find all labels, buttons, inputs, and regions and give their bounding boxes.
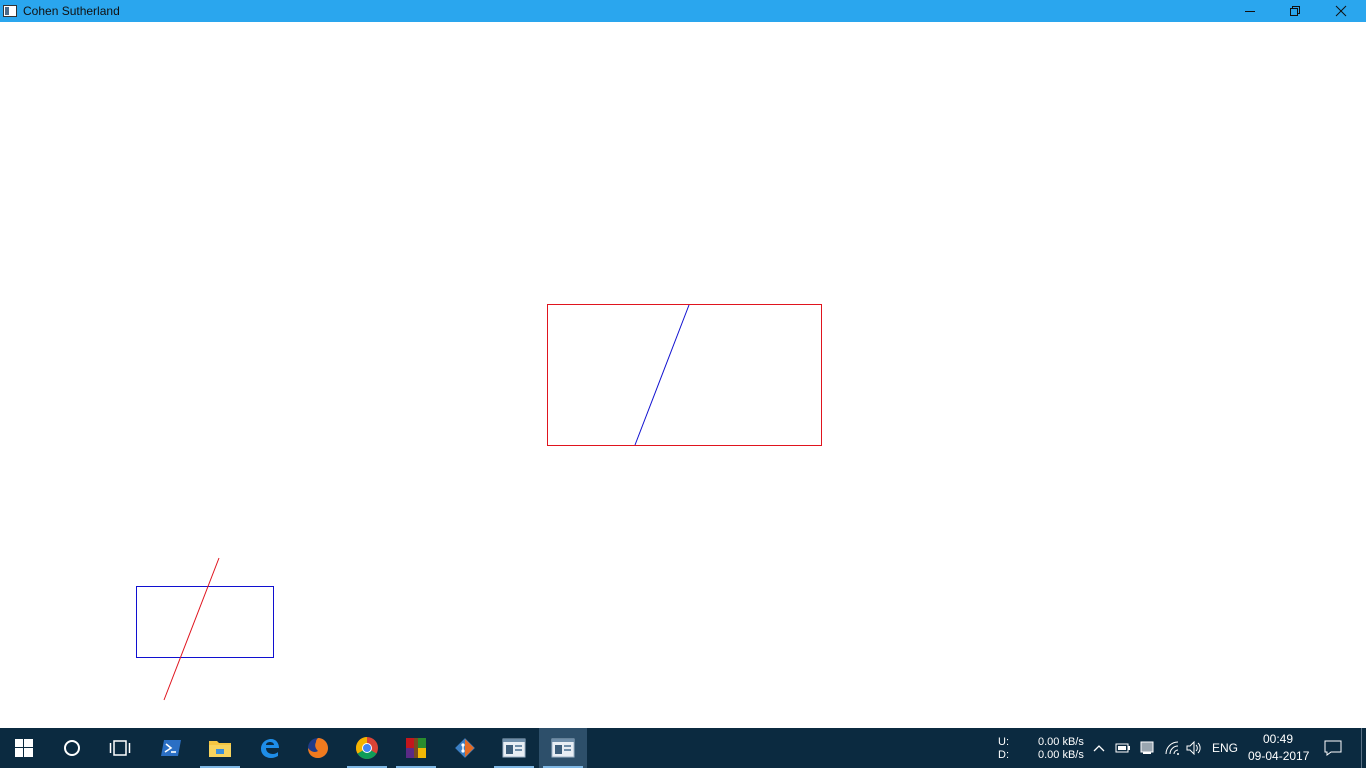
volume-tray-button[interactable]: [1184, 728, 1204, 768]
restore-icon: [1290, 6, 1300, 16]
file-explorer-button[interactable]: [196, 728, 244, 768]
task-view-icon: [109, 740, 131, 756]
powershell-button[interactable]: [147, 728, 195, 768]
start-icon: [15, 739, 33, 757]
power-tray-button[interactable]: [1113, 728, 1133, 768]
show-hidden-icons-button[interactable]: [1090, 728, 1108, 768]
network-tray-button[interactable]: [1162, 728, 1182, 768]
app-icon: [3, 4, 17, 17]
git-icon: [455, 738, 475, 758]
edge-button[interactable]: [245, 728, 293, 768]
app-window-icon: [502, 738, 526, 758]
minimize-button[interactable]: [1227, 0, 1273, 22]
window-title: Cohen Sutherland: [23, 4, 120, 18]
language-indicator[interactable]: ENG: [1212, 742, 1238, 755]
firefox-button[interactable]: [294, 728, 342, 768]
git-button[interactable]: [441, 728, 489, 768]
clock-time[interactable]: 00:49: [1263, 733, 1293, 746]
chrome-button[interactable]: [343, 728, 391, 768]
chrome-icon: [356, 737, 378, 759]
battery-icon: [1115, 743, 1130, 753]
close-button[interactable]: [1318, 0, 1364, 22]
clock-date[interactable]: 09-04-2017: [1248, 750, 1309, 763]
firefox-icon: [308, 738, 328, 758]
upload-label: U:: [998, 736, 1009, 748]
cohen-sutherland-window-icon: [551, 738, 575, 758]
app-window-button[interactable]: [490, 728, 538, 768]
usb-drive-icon: [1140, 741, 1154, 754]
cortana-button[interactable]: [48, 728, 96, 768]
speaker-icon: [1186, 741, 1201, 755]
powershell-icon: [161, 740, 181, 756]
close-icon: [1335, 5, 1347, 17]
wifi-icon: [1165, 741, 1179, 755]
chevron-up-icon: [1093, 745, 1105, 752]
restore-button[interactable]: [1272, 0, 1318, 22]
drawing-canvas: [0, 22, 1366, 728]
action-center-button[interactable]: [1318, 728, 1348, 768]
clipped-line: [634, 304, 690, 446]
file-explorer-icon: [209, 741, 231, 757]
taskbar: U: 0.00 kB/s D: 0.00 kB/s ENG 00:49 09-0…: [0, 728, 1366, 768]
start-button[interactable]: [0, 728, 48, 768]
edge-icon: [261, 739, 279, 758]
winrar-button[interactable]: [392, 728, 440, 768]
clip-window-small: [136, 586, 274, 658]
title-bar: Cohen Sutherland: [0, 0, 1366, 22]
clip-window-main: [547, 304, 822, 446]
cortana-icon: [64, 740, 80, 756]
show-desktop-button[interactable]: [1361, 728, 1366, 768]
task-view-button[interactable]: [96, 728, 144, 768]
notification-icon: [1324, 740, 1342, 756]
upload-speed: 0.00 kB/s: [1038, 736, 1084, 748]
original-line: [163, 557, 220, 701]
cohen-sutherland-window-button[interactable]: [539, 728, 587, 768]
download-label: D:: [998, 749, 1009, 761]
device-tray-button[interactable]: [1137, 728, 1157, 768]
winrar-icon: [406, 738, 426, 758]
minimize-icon: [1245, 11, 1255, 12]
download-speed: 0.00 kB/s: [1038, 749, 1084, 761]
